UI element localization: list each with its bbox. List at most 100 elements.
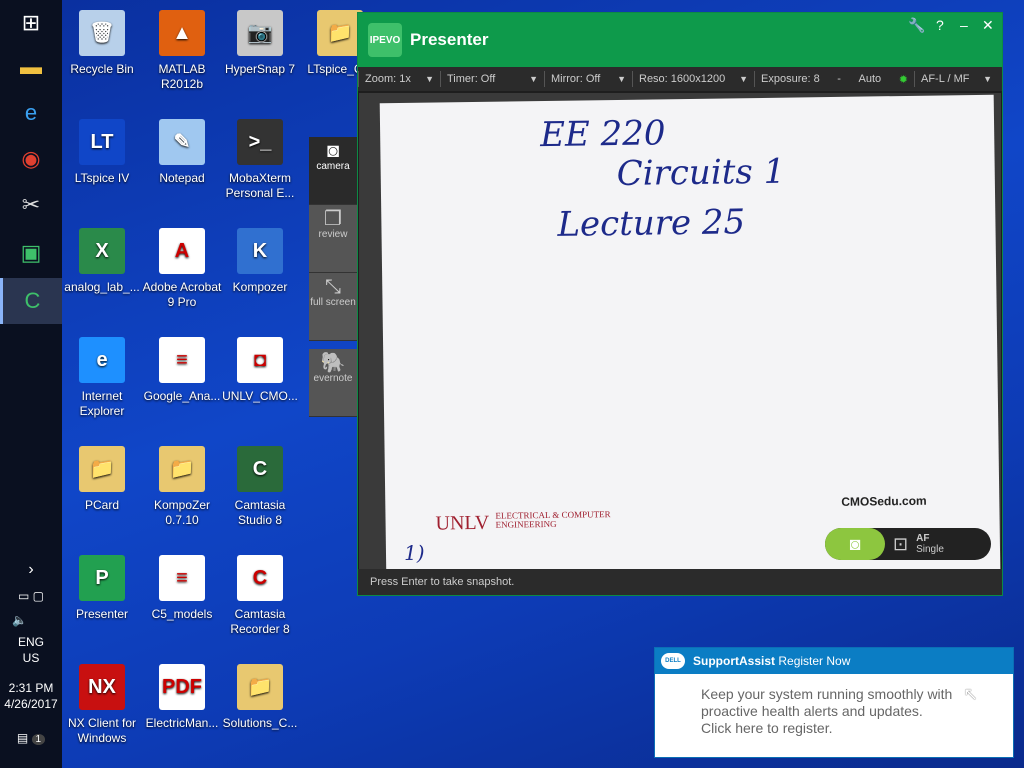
snipping-tool-icon[interactable]: ✂ bbox=[0, 182, 62, 228]
desktop-icon-label: MobaXterm Personal E... bbox=[225, 171, 295, 200]
camera-mode-button[interactable]: ◙ camera bbox=[309, 137, 357, 205]
file-explorer-icon[interactable]: ▬ bbox=[0, 44, 62, 90]
desktop-icon[interactable]: Xanalog_lab_... bbox=[62, 224, 142, 295]
chrome-icon[interactable]: ◉ bbox=[0, 136, 62, 182]
auto-exposure-sun-icon: ✹ bbox=[898, 73, 908, 86]
desktop-icon-label: UNLV_CMO... bbox=[222, 389, 298, 403]
desktop-icon[interactable]: ✎ Notepad bbox=[142, 115, 222, 186]
status-bar: Press Enter to take snapshot. bbox=[358, 569, 1002, 595]
desktop-icon-label: NX Client for Windows bbox=[67, 716, 137, 745]
site-text: CMOSedu.com bbox=[841, 493, 927, 509]
presenter-taskbar-icon[interactable]: ▣ bbox=[0, 230, 62, 276]
register-link[interactable]: Click here to register. bbox=[701, 720, 1013, 737]
desktop-icon-image: ▲ bbox=[159, 10, 205, 56]
ipevo-logo: IPEVO bbox=[368, 23, 402, 57]
desktop-icon-label: LTspice IV bbox=[74, 171, 130, 185]
desktop-icon[interactable]: NX NX Client for Windows bbox=[62, 660, 142, 746]
desktop-icon[interactable]: K Kompozer bbox=[220, 224, 300, 295]
desktop-icon[interactable]: 🗑 Recycle Bin bbox=[62, 6, 142, 77]
camera-live-view: EE 220 Circuits 1 Lecture 25 1) UNLV ELE… bbox=[359, 93, 1001, 571]
desktop-icon-label: HyperSnap 7 bbox=[224, 62, 296, 76]
af-mode[interactable]: AF Single bbox=[916, 533, 944, 555]
desktop-icon[interactable]: C Camtasia Recorder 8 bbox=[220, 551, 300, 637]
desktop-icon[interactable]: P Presenter bbox=[62, 551, 142, 622]
exposure-control[interactable]: Exposure: 8 - Auto ✹ bbox=[754, 71, 914, 87]
desktop-icon-image: ✎ bbox=[159, 119, 205, 165]
desktop-icon-label: KompoZer 0.7.10 bbox=[153, 498, 211, 527]
fullscreen-button[interactable]: ⤡ full screen bbox=[309, 273, 357, 341]
desktop-icon[interactable]: ▲ MATLAB R2012b bbox=[142, 6, 222, 92]
desktop-icon-image: P bbox=[79, 555, 125, 601]
desktop-icon[interactable]: >_ MobaXterm Personal E... bbox=[220, 115, 300, 201]
desktop-icon[interactable]: ◘ UNLV_CMO... bbox=[220, 333, 300, 404]
desktop-icon[interactable]: e Internet Explorer bbox=[62, 333, 142, 419]
desktop-icon-label: Notepad bbox=[159, 171, 205, 185]
action-center-icon[interactable]: ▤ 1 bbox=[0, 730, 62, 748]
desktop-icon[interactable]: C Camtasia Studio 8 bbox=[220, 442, 300, 528]
notification-body[interactable]: Keep your system running smoothly with pr… bbox=[655, 674, 1013, 737]
mirror-value: Mirror: Off bbox=[551, 73, 601, 85]
power-network-icons[interactable]: ▭ ▢ bbox=[0, 588, 62, 604]
fullscreen-label: full screen bbox=[310, 297, 356, 308]
desktop-icon[interactable]: 📁 Solutions_C... bbox=[220, 660, 300, 731]
desktop-icon[interactable]: 📷 HyperSnap 7 bbox=[220, 6, 300, 77]
handwriting-line1: EE 220 bbox=[539, 113, 666, 156]
af-value: AF-L / MF bbox=[921, 73, 970, 85]
desktop-icon-label: Recycle Bin bbox=[70, 62, 134, 76]
desktop-icon[interactable]: PDF ElectricMan... bbox=[142, 660, 222, 731]
desktop-icon[interactable]: 📁 KompoZer 0.7.10 bbox=[142, 442, 222, 528]
clock[interactable]: 2:31 PM 4/26/2017 bbox=[0, 680, 62, 712]
mirror-select[interactable]: Mirror: Off ▼ bbox=[544, 71, 632, 87]
start-button[interactable]: ⊞ bbox=[0, 0, 62, 46]
handwriting-line2: Circuits 1 bbox=[616, 151, 786, 195]
timer-select[interactable]: Timer: Off ▼ bbox=[440, 71, 544, 87]
help-icon[interactable]: ? bbox=[936, 17, 944, 33]
zoom-select[interactable]: Zoom: 1x ▼ bbox=[358, 71, 440, 87]
camtasia-taskbar-icon[interactable]: C bbox=[0, 278, 62, 324]
close-icon[interactable]: ✕ bbox=[982, 17, 994, 34]
af-mode-value: Single bbox=[916, 544, 944, 555]
desktop-icon[interactable]: ≡ C5_models bbox=[142, 551, 222, 622]
desktop-icon-label: C5_models bbox=[151, 607, 213, 621]
internet-explorer-icon[interactable]: e bbox=[0, 90, 62, 136]
desktop-icon-image: 🗑 bbox=[79, 10, 125, 56]
review-icon: ❐ bbox=[324, 208, 342, 230]
desktop-icon-image: 📁 bbox=[237, 664, 283, 710]
show-hidden-icons-chevron-icon[interactable]: › bbox=[0, 562, 62, 578]
desktop-icon-label: MATLAB R2012b bbox=[158, 62, 206, 91]
minimize-icon[interactable]: – bbox=[960, 17, 968, 33]
supportassist-notification[interactable]: DELL SupportAssist Register Now Keep your… bbox=[654, 647, 1014, 758]
review-mode-button[interactable]: ❐ review bbox=[309, 205, 357, 273]
desktop-icon-label: Google_Ana... bbox=[143, 389, 221, 403]
desktop-icon-image: NX bbox=[79, 664, 125, 710]
volume-icon[interactable]: 🔈 bbox=[0, 612, 62, 628]
exposure-value: Exposure: 8 bbox=[761, 73, 820, 85]
af-label: AF bbox=[916, 533, 930, 544]
desktop-icon-image: LT bbox=[79, 119, 125, 165]
resolution-select[interactable]: Reso: 1600x1200 ▼ bbox=[632, 71, 754, 87]
handwriting-line3: Lecture 25 bbox=[557, 202, 746, 245]
camera-icon: ◙ bbox=[326, 140, 340, 162]
af-select[interactable]: AF-L / MF ▼ bbox=[914, 71, 998, 87]
register-now-link[interactable]: Register Now bbox=[778, 654, 850, 668]
department-text: ELECTRICAL & COMPUTER ENGINEERING bbox=[495, 509, 611, 530]
desktop-icon[interactable]: A Adobe Acrobat 9 Pro bbox=[142, 224, 222, 310]
capture-controls: ◙ ⊡ AF Single bbox=[825, 528, 991, 560]
snapshot-button[interactable]: ◙ bbox=[825, 528, 885, 560]
desktop-icon[interactable]: ≡ Google_Ana... bbox=[142, 333, 222, 404]
app-name: SupportAssist bbox=[693, 654, 776, 668]
time: 2:31 PM bbox=[8, 681, 54, 695]
language-indicator[interactable]: ENG US bbox=[0, 634, 62, 666]
evernote-button[interactable]: 🐘 evernote bbox=[309, 349, 357, 417]
zoom-value: Zoom: 1x bbox=[365, 73, 411, 85]
page-number: 1) bbox=[403, 540, 425, 566]
desktop-icon[interactable]: 📁 PCard bbox=[62, 442, 142, 513]
autofocus-icon[interactable]: ⊡ bbox=[893, 534, 908, 555]
unlv-logo: UNLV bbox=[435, 511, 490, 535]
exposure-auto[interactable]: Auto bbox=[859, 73, 882, 85]
desktop-icon[interactable]: LT LTspice IV bbox=[62, 115, 142, 186]
desktop-icon-image: e bbox=[79, 337, 125, 383]
notification-count: 1 bbox=[31, 734, 46, 745]
exposure-decrease[interactable]: - bbox=[837, 73, 841, 85]
settings-wrench-icon[interactable]: 🔧 bbox=[908, 17, 925, 34]
